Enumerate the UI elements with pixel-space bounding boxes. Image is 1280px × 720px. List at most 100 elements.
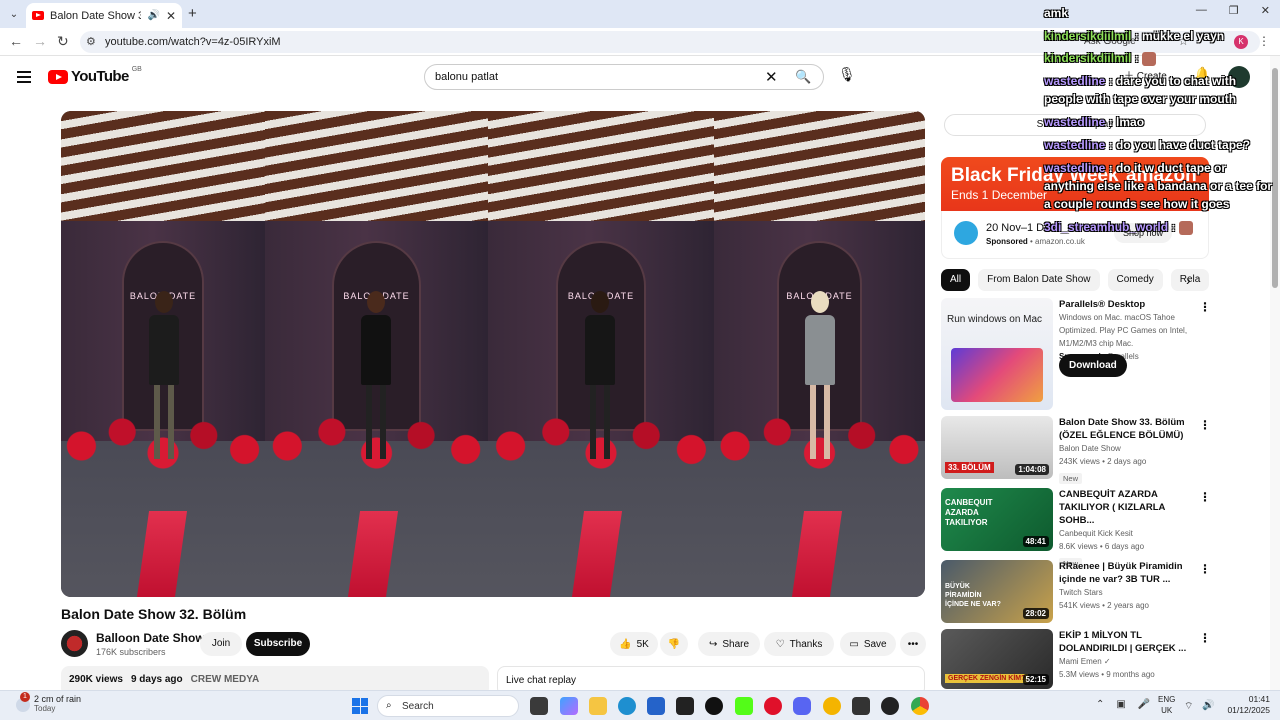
video-thumbnail[interactable]: CANBEQUIT AZARDA TAKILIYOR 48:41 (941, 488, 1053, 551)
copilot-icon[interactable] (560, 697, 578, 715)
more-actions-icon[interactable]: ••• (900, 632, 926, 656)
channel-name[interactable]: Balloon Date Show (96, 631, 205, 645)
recommendation-item[interactable]: BÜYÜK PİRAMİDİN İÇİNDE NE VAR? 28:02 RRa… (941, 560, 1211, 624)
time: 01:41 (1248, 694, 1270, 704)
language-indicator[interactable]: ENG UK (1158, 694, 1175, 716)
chip-all[interactable]: All (941, 269, 971, 291)
back-icon[interactable]: ← (9, 33, 23, 49)
recommendation-item[interactable]: GERÇEK ZENGİN KİM? 52:15 EKİP 1 MİLYON T… (941, 629, 1211, 689)
thanks-button[interactable]: ♡ Thanks (764, 632, 834, 656)
opera-icon[interactable] (764, 697, 782, 715)
wifi-icon[interactable]: ⌔ (1184, 700, 1193, 713)
volume-icon[interactable]: 🔊 (1202, 700, 1214, 711)
obs-icon[interactable] (881, 697, 899, 715)
youtube-logo[interactable]: YouTube GB (48, 66, 142, 85)
advertiser-logo (954, 221, 978, 245)
video-thumbnail[interactable]: 33. BÖLÜM 1:04:08 (941, 416, 1053, 479)
thumbnail-text: 33. BÖLÜM (945, 462, 994, 473)
like-button[interactable]: 👍 5K (610, 632, 658, 656)
emote-icon (1178, 220, 1193, 235)
recommendation-item[interactable]: CANBEQUIT AZARDA TAKILIYOR 48:41 CANBEQU… (941, 488, 1211, 569)
tray-overflow-icon[interactable]: ⌃ (1096, 699, 1104, 710)
more-options-icon[interactable]: ⋮ (1199, 490, 1211, 504)
clock[interactable]: 01:41 01/12/2025 (1226, 694, 1270, 716)
chat-message: kindersikdiilmil : (1044, 49, 1276, 67)
reload-icon[interactable]: ↻ (57, 33, 69, 50)
close-tab-icon[interactable]: ✕ (166, 9, 176, 23)
recommendation-meta: 243K views • 2 days ago (1059, 457, 1147, 466)
edge-icon[interactable] (618, 697, 636, 715)
capcut-2-icon[interactable] (852, 697, 870, 715)
like-count: 5K (636, 638, 649, 650)
mic-tray-icon[interactable]: 🎤 (1138, 699, 1150, 710)
app-icon[interactable] (823, 697, 841, 715)
chat-username: wastedline (1044, 161, 1106, 175)
search-input[interactable]: balonu patlat ✕ 🔍 (424, 64, 824, 90)
thumbnail-text: GERÇEK ZENGİN KİM? (945, 674, 1029, 683)
save-button[interactable]: ▭ Save (840, 632, 896, 656)
sponsored-recommendation[interactable]: Run windows on Mac Parallels® Desktop Wi… (941, 298, 1211, 410)
search-icon: ⌕ (386, 700, 392, 711)
store-icon[interactable] (647, 697, 665, 715)
video-thumbnail[interactable]: BÜYÜK PİRAMİDİN İÇİNDE NE VAR? 28:02 (941, 560, 1053, 623)
site-info-icon[interactable]: ⚙ (86, 35, 96, 48)
speaker-icon[interactable]: 🔊 (147, 10, 159, 21)
chip-from-channel[interactable]: From Balon Date Show (978, 269, 1100, 291)
file-explorer-icon[interactable] (589, 697, 607, 715)
recommendation-title[interactable]: Parallels® Desktop (1059, 298, 1193, 311)
recommendation-channel[interactable]: Balon Date Show (1059, 442, 1193, 455)
chevron-right-icon[interactable]: › (1186, 272, 1191, 288)
more-options-icon[interactable]: ⋮ (1199, 562, 1211, 576)
tab-list-icon[interactable]: ⌄ (4, 4, 24, 24)
microphone-icon[interactable]: 🎙 (838, 66, 856, 83)
recommendation-meta: 8.6K views • 6 days ago (1059, 542, 1145, 551)
more-options-icon[interactable]: ⋮ (1199, 631, 1211, 645)
video-thumbnail[interactable]: Run windows on Mac (941, 298, 1053, 410)
view-count: 290K views (69, 674, 123, 685)
tray-app-icon[interactable]: ▣ (1116, 699, 1125, 710)
share-button[interactable]: ↪ Share (698, 632, 760, 656)
recommendation-channel[interactable]: Canbequit Kick Kesit (1059, 527, 1193, 540)
hamburger-menu-icon[interactable] (17, 71, 31, 86)
browser-tab[interactable]: Balon Date Show 32. Bölüm 🔊 ✕ (26, 3, 182, 28)
recommendation-channel[interactable]: Mami Emen ✓ (1059, 655, 1193, 668)
capcut-icon[interactable] (676, 697, 694, 715)
kick-icon[interactable] (735, 697, 753, 715)
chrome-icon[interactable] (911, 697, 929, 715)
tiktok-icon[interactable] (705, 697, 723, 715)
url-text[interactable]: youtube.com/watch?v=4z-05IRYxiM (105, 36, 281, 48)
clear-search-icon[interactable]: ✕ (765, 68, 778, 86)
channel-avatar[interactable] (61, 630, 88, 657)
new-tab-button[interactable]: + (188, 5, 197, 22)
video-duration: 48:41 (1022, 536, 1049, 547)
windows-start-icon[interactable] (352, 698, 368, 714)
recommendation-channel[interactable]: Twitch Stars (1059, 586, 1193, 599)
video-thumbnail[interactable]: GERÇEK ZENGİN KİM? 52:15 (941, 629, 1053, 689)
video-player[interactable]: BALON DATE BALON DATE BALON DATE BALON D… (61, 111, 925, 597)
taskbar-search[interactable]: ⌕ Search (377, 695, 519, 717)
hashtag[interactable]: CREW MEDYA (191, 674, 260, 685)
download-button[interactable]: Download (1059, 354, 1127, 377)
thumbnail-text: Run windows on Mac (947, 314, 1043, 325)
chip-comedy[interactable]: Comedy (1107, 269, 1163, 291)
weather-widget[interactable]: 1 2 cm of rain Today (12, 692, 81, 713)
recommendation-title[interactable]: CANBEQUİT AZARDA TAKILIYOR ( KIZLARLA SO… (1059, 488, 1193, 527)
join-button[interactable]: Join (200, 632, 242, 656)
recommendation-title[interactable]: RRaenee | Büyük Piramidin içinde ne var?… (1059, 560, 1193, 586)
recommendation-item[interactable]: 33. BÖLÜM 1:04:08 Balon Date Show 33. Bö… (941, 416, 1211, 484)
task-view-icon[interactable] (530, 697, 548, 715)
chat-username: kindersikdiilmil (1044, 29, 1132, 43)
dislike-button[interactable]: 👎 (660, 632, 688, 656)
more-options-icon[interactable]: ⋮ (1199, 300, 1211, 314)
more-options-icon[interactable]: ⋮ (1199, 418, 1211, 432)
search-query[interactable]: balonu patlat (435, 71, 498, 83)
chat-text: : lmao (1108, 115, 1145, 129)
recommendation-title[interactable]: Balon Date Show 33. Bölüm (ÖZEL EĞLENCE … (1059, 416, 1193, 442)
search-icon[interactable]: 🔍 (795, 69, 811, 85)
subscriber-count: 176K subscribers (96, 647, 166, 657)
discord-icon[interactable] (793, 697, 811, 715)
forward-icon[interactable]: → (33, 33, 47, 49)
chat-message: wastedline : do you have duct tape? (1044, 136, 1276, 154)
recommendation-title[interactable]: EKİP 1 MİLYON TL DOLANDIRILDI | GERÇEK .… (1059, 629, 1193, 655)
subscribe-button[interactable]: Subscribe (246, 632, 310, 656)
